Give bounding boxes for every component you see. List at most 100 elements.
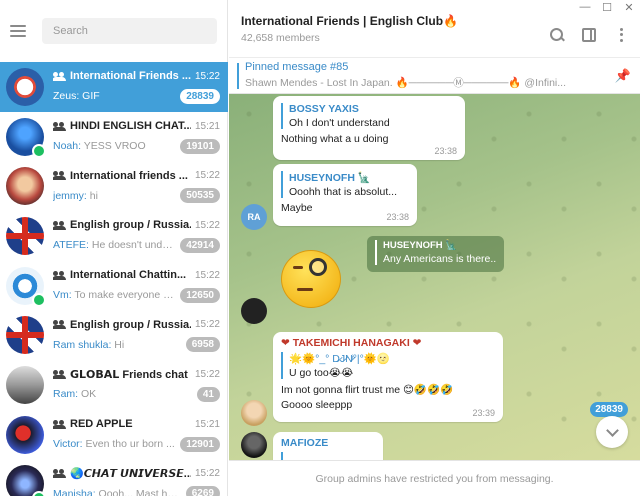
- reply-quote[interactable]: HUSEYNOFH 🗽 Ooohh that is absolut...: [281, 171, 409, 198]
- chat-avatar: [6, 167, 44, 206]
- sidebar-toggle-icon[interactable]: [582, 27, 596, 42]
- chat-title: RED APPLE: [70, 418, 133, 431]
- chat-item-hindi-english[interactable]: HINDI ENGLISH CHAT... 15:21 Noah: YESS VR…: [0, 112, 228, 162]
- chat-preview: Hi: [111, 338, 125, 351]
- chat-sender: Ram:: [53, 388, 79, 401]
- reply-sender: BOSSY YAXIS: [289, 103, 359, 115]
- unread-badge: 41: [196, 386, 220, 402]
- chat-item-international-chatting[interactable]: International Chattin... 15:22 Vm: To mak…: [0, 261, 228, 311]
- chat-time: 15:22: [194, 319, 220, 331]
- pin-list-icon[interactable]: 📌: [614, 68, 632, 84]
- chat-item-global-friends[interactable]: 𝗚𝗟𝗢𝗕𝗔𝗟 Friends chat 15:22 Ram: OK 41: [0, 360, 228, 410]
- reply-quote[interactable]: BOSSY YAXIS Oh I don't understand: [281, 103, 457, 129]
- chat-sender: Vm:: [53, 289, 72, 302]
- pinned-message-bar[interactable]: Pinned message #85 Shawn Mendes - Lost I…: [229, 58, 640, 94]
- message-bubble[interactable]: MAFIOZE: [273, 432, 383, 460]
- unread-counter: 28839: [590, 402, 628, 417]
- group-icon: [53, 419, 66, 429]
- message-area[interactable]: BOSSY YAXIS Oh I don't understand Nothin…: [229, 94, 640, 460]
- close-icon[interactable]: ✕: [618, 0, 640, 14]
- user-avatar[interactable]: [241, 400, 267, 426]
- message-bubble[interactable]: ❤ TAKEMICHI HANAGAKI ❤ 🌟🌞°_° D̷J̷N̷ͥ°|°🌞…: [273, 332, 503, 422]
- message-bubble[interactable]: HUSEYNOFH 🗽 Ooohh that is absolut... May…: [273, 164, 417, 226]
- search-input[interactable]: Search: [42, 18, 217, 44]
- chat-item-english-russia-2[interactable]: English group / Russia... 15:22 Ram shukl…: [0, 310, 228, 360]
- user-avatar[interactable]: [241, 298, 267, 324]
- chat-time: 15:22: [194, 468, 220, 480]
- reply-quote[interactable]: 🌟🌞°_° D̷J̷N̷ͥ°|°🌞🌝 U go too😭😭: [281, 352, 495, 379]
- pinned-accent-bar: [237, 62, 239, 89]
- hamburger-menu-icon[interactable]: [10, 25, 26, 37]
- scroll-down-button[interactable]: [596, 416, 628, 448]
- chat-item-international-friends-2[interactable]: International friends ... 15:22 jemmy: hi…: [0, 161, 228, 211]
- chat-time: 15:22: [194, 219, 220, 231]
- chat-time: 15:22: [194, 170, 220, 182]
- reply-sender: HUSEYNOFH 🗽: [383, 240, 458, 251]
- pinned-title: Pinned message #85: [245, 61, 349, 73]
- more-options-icon[interactable]: [614, 27, 628, 42]
- user-avatar[interactable]: RA: [241, 204, 267, 230]
- chat-avatar: [6, 117, 46, 158]
- unread-badge: 6958: [185, 337, 220, 353]
- online-indicator: [32, 292, 46, 307]
- chat-avatar: [6, 465, 46, 496]
- message-text: Goooo sleeppp: [281, 399, 353, 411]
- group-icon: [53, 369, 66, 379]
- chat-time: 15:22: [194, 70, 220, 82]
- minimize-icon[interactable]: —: [574, 0, 596, 14]
- pinned-text: Shawn Mendes - Lost In Japan. 🔥──────Ⓜ──…: [245, 77, 567, 89]
- chat-avatar: [6, 266, 46, 307]
- message-time: 23:38: [386, 212, 409, 222]
- message-time: 23:38: [434, 146, 457, 156]
- chat-title: 𝗚𝗟𝗢𝗕𝗔𝗟 Friends chat: [70, 368, 188, 381]
- unread-badge: 6269: [185, 486, 220, 496]
- online-indicator: [32, 491, 46, 496]
- chat-time: 15:22: [194, 368, 220, 380]
- maximize-icon[interactable]: ☐: [596, 0, 618, 14]
- unread-badge: 19101: [180, 138, 220, 154]
- unread-badge: 12650: [180, 287, 220, 303]
- monocle-face-sticker[interactable]: [279, 244, 351, 310]
- reply-sender: 🌟🌞°_° D̷J̷N̷ͥ°|°🌞🌝: [289, 353, 390, 365]
- message-text: Nothing what a u doing: [281, 133, 389, 145]
- reply-text: Any Americans is there...: [383, 253, 496, 265]
- online-indicator: [32, 143, 46, 158]
- chat-title: English group / Russia...: [70, 219, 191, 232]
- chat-sender: Zeus:: [53, 90, 80, 103]
- chat-avatar: [6, 67, 44, 106]
- chat-preview: YESS VROO: [81, 140, 146, 153]
- message-bubble[interactable]: BOSSY YAXIS Oh I don't understand Nothin…: [273, 96, 465, 160]
- chat-item-international-friends[interactable]: International Friends ... 15:22 Zeus: GIF…: [0, 62, 228, 112]
- chat-item-red-apple[interactable]: RED APPLE 15:21 Victor: Even tho ur born …: [0, 410, 228, 460]
- search-icon[interactable]: [550, 27, 564, 42]
- chat-sender: jemmy:: [53, 189, 87, 202]
- chat-preview: GIF: [79, 90, 100, 103]
- chat-sender: Manisha:: [53, 487, 96, 496]
- chat-title-header: International Friends | English Club🔥: [241, 13, 458, 28]
- chat-item-english-russia[interactable]: English group / Russia... 15:22 ATEFE: He…: [0, 211, 228, 261]
- chat-item-chat-universe[interactable]: 🌏𝘾𝙃𝘼𝙏 𝙐𝙉𝙄𝙑𝙀𝙍𝙎𝙀... 15:22 Manisha: Oooh... …: [0, 460, 228, 496]
- chat-preview: OK: [78, 388, 97, 401]
- reply-text: Ooohh that is absolut...: [289, 186, 397, 198]
- message-sender[interactable]: MAFIOZE: [281, 437, 375, 449]
- chat-time: 15:21: [194, 418, 220, 430]
- chat-sender: Victor:: [53, 438, 83, 451]
- group-icon: [53, 320, 66, 330]
- reply-quote[interactable]: HUSEYNOFH 🗽 Any Americans is there...: [367, 236, 504, 272]
- user-avatar[interactable]: [241, 432, 267, 458]
- group-icon: [53, 121, 66, 131]
- chat-preview: hi: [86, 189, 98, 202]
- chat-avatar: [6, 415, 44, 454]
- unread-badge: 12901: [180, 436, 220, 452]
- chat-preview: Oooh... Mast hai...: [95, 487, 182, 496]
- restricted-footer: Group admins have restricted you from me…: [229, 460, 640, 496]
- reply-quote[interactable]: [281, 452, 375, 460]
- chat-sidebar: Search International Friends ... 15:22 Ze…: [0, 0, 228, 496]
- window-controls: — ☐ ✕: [574, 0, 640, 14]
- message-sender[interactable]: ❤ TAKEMICHI HANAGAKI ❤: [281, 337, 495, 349]
- chat-title: International Chattin...: [70, 269, 187, 282]
- uk-flag-avatar: [6, 316, 44, 355]
- chat-title: HINDI ENGLISH CHAT...: [70, 120, 191, 133]
- group-icon: [53, 220, 66, 230]
- reply-text: Oh I don't understand: [289, 117, 390, 129]
